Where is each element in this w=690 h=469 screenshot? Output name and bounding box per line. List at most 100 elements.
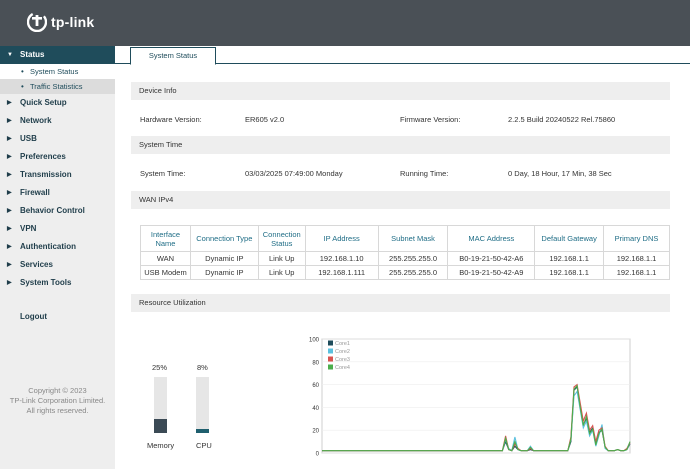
wan-table: Interface Name Connection Type Connectio… [140,225,670,280]
y-tick-label: 100 [309,338,320,344]
caret-right-icon: ▶ [7,172,12,178]
submenu-traffic-statistics-label: Traffic Statistics [30,82,83,91]
submenu-traffic-statistics[interactable]: • Traffic Statistics [0,79,115,94]
menu-authentication[interactable]: ▶ Authentication [0,238,115,256]
legend-swatch [328,348,333,354]
top-header: tp-link [0,0,690,46]
menu-preferences-label: Preferences [20,152,66,161]
system-time-heading: System Time [131,136,670,154]
menu-transmission[interactable]: ▶ Transmission [0,166,115,184]
hardware-version-label: Hardware Version: [140,115,202,124]
device-info-heading: Device Info [131,82,670,100]
col-ip-address: IP Address [304,225,379,252]
caret-right-icon: ▶ [7,154,12,160]
y-tick-label: 80 [312,360,319,366]
y-tick-label: 40 [312,406,319,412]
menu-network[interactable]: ▶ Network [0,112,115,130]
col-connection-type: Connection Type [189,225,259,252]
copyright-line-2: TP-Link Corporation Limited. [9,396,106,405]
resource-utilization-heading: Resource Utilization [131,294,670,312]
caret-right-icon: ▶ [7,118,12,124]
memory-label: Memory [147,441,175,450]
running-time-label: Running Time: [400,169,449,178]
menu-quick-setup[interactable]: ▶ Quick Setup [0,94,115,112]
menu-status[interactable]: ▼ Status [0,46,115,64]
table-cell: Dynamic IP [189,265,259,280]
tab-system-status[interactable]: System Status [130,47,216,65]
tab-bar: System Status [115,46,690,65]
legend-label: Core3 [335,357,350,363]
legend-swatch [328,340,333,346]
caret-right-icon: ▶ [7,280,12,286]
table-cell: 255.255.255.0 [377,251,449,266]
chart-plot-area [321,338,631,454]
col-connection-status: Connection Status [257,225,306,252]
caret-down-icon: ▼ [7,52,13,58]
menu-vpn-label: VPN [20,224,37,233]
running-time-value: 0 Day, 18 Hour, 17 Min, 38 Sec [508,169,612,178]
y-tick-label: 0 [316,452,320,458]
menu-services-label: Services [20,260,53,269]
wan-ipv4-heading: WAN IPv4 [131,191,670,209]
memory-bar-fill [154,419,167,433]
wan-table-header: Interface Name Connection Type Connectio… [140,225,670,252]
table-cell: B0-19-21-50-42-A6 [447,251,536,266]
copyright-line-1: Copyright © 2023 [28,386,87,395]
cpu-bar [196,377,209,433]
table-cell: 192.168.1.1 [534,265,605,280]
copyright: Copyright © 2023 TP-Link Corporation Lim… [0,386,115,416]
firmware-version-value: 2.2.5 Build 20240522 Rel.75860 [508,115,616,124]
col-interface-name: Interface Name [140,225,191,252]
table-cell: 192.168.1.1 [603,251,670,266]
menu-services[interactable]: ▶ Services [0,256,115,274]
bullet-icon: • [21,82,24,91]
status-submenu: • System Status • Traffic Statistics [0,64,115,94]
sidebar: ▼ Status • System Status • Traffic Stati… [0,46,115,469]
menu-firewall[interactable]: ▶ Firewall [0,184,115,202]
legend-label: Core2 [335,349,350,355]
caret-right-icon: ▶ [7,262,12,268]
table-cell: USB Modem [140,265,191,280]
menu-system-tools-label: System Tools [20,278,72,287]
menu-behavior-control[interactable]: ▶ Behavior Control [0,202,115,220]
menu-usb-label: USB [20,134,37,143]
caret-right-icon: ▶ [7,226,12,232]
table-row: USB Modem Dynamic IP Link Up 192.168.1.1… [140,265,670,280]
system-time-value: 03/03/2025 07:49:00 Monday [245,169,343,178]
menu-vpn[interactable]: ▶ VPN [0,220,115,238]
table-cell: 192.168.1.1 [534,251,605,266]
firmware-version-label: Firmware Version: [400,115,461,124]
caret-right-icon: ▶ [7,244,12,250]
table-row: WAN Dynamic IP Link Up 192.168.1.10 255.… [140,251,670,266]
menu-network-label: Network [20,116,52,125]
menu-system-tools[interactable]: ▶ System Tools [0,274,115,292]
brand-name: tp-link [51,14,95,30]
memory-bar [154,377,167,433]
caret-right-icon: ▶ [7,136,12,142]
menu-usb[interactable]: ▶ USB [0,130,115,148]
legend-swatch [328,356,333,362]
menu-behavior-control-label: Behavior Control [20,206,85,215]
menu-status-label: Status [20,50,45,59]
tp-link-logo: tp-link [27,8,94,36]
memory-percent: 25% [152,363,168,372]
hardware-version-value: ER605 v2.0 [245,115,285,124]
col-mac-address: MAC Address [447,225,536,252]
col-subnet-mask: Subnet Mask [377,225,449,252]
logout-link[interactable]: Logout [20,312,47,321]
menu-preferences[interactable]: ▶ Preferences [0,148,115,166]
menu-transmission-label: Transmission [20,170,72,179]
caret-right-icon: ▶ [7,208,12,214]
table-cell: 192.168.1.1 [603,265,670,280]
table-cell: 192.168.1.10 [304,251,379,266]
y-tick-label: 20 [312,429,319,435]
caret-right-icon: ▶ [7,190,12,196]
y-tick-label: 60 [312,383,319,389]
cpu-core-chart: 0 20 40 60 80 100 Core1 Core2 Core3 Core4 [309,338,631,458]
submenu-system-status[interactable]: • System Status [0,64,115,79]
legend-swatch [328,364,333,370]
table-cell: WAN [140,251,191,266]
menu-authentication-label: Authentication [20,242,76,251]
cpu-label: CPU [196,441,212,450]
copyright-line-3: All rights reserved. [26,406,89,415]
